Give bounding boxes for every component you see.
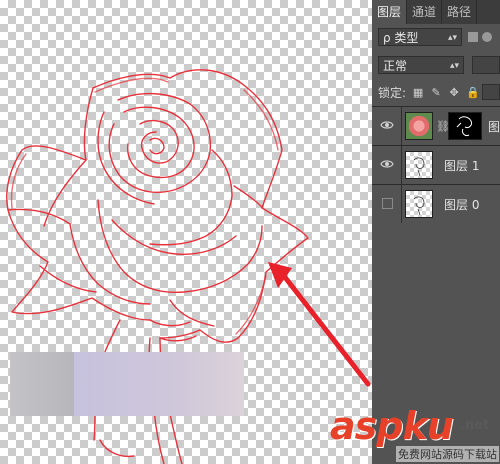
lock-move-icon[interactable]: ✥ (448, 86, 460, 99)
visibility-toggle-empty[interactable] (382, 198, 393, 209)
lock-brush-icon[interactable]: ✎ (430, 86, 442, 99)
blend-mode-select[interactable]: 正常 ▴▾ (378, 56, 464, 74)
opacity-field[interactable] (472, 56, 500, 74)
layer-name-cut: 图 (488, 120, 500, 134)
layer-row-1[interactable]: 图层 1 (372, 146, 500, 185)
blend-mode-value: 正常 (383, 59, 408, 73)
watermark-logo: aspku (330, 404, 454, 448)
layer-thumbnail (405, 112, 433, 140)
layer-mask-thumbnail[interactable] (448, 112, 482, 140)
updown-arrow-icon: ▴▾ (447, 33, 457, 43)
layer-row-0[interactable]: 图层 0 (372, 185, 500, 224)
layer-separator (401, 185, 402, 223)
redacted-area-right (74, 352, 244, 416)
filter-pixel-icon[interactable] (468, 32, 478, 42)
fill-field[interactable] (482, 84, 500, 100)
layer-row-photo[interactable]: ⛓ 图 (372, 107, 500, 146)
document-canvas[interactable] (0, 0, 372, 464)
lock-all-icon[interactable]: 🔒 (466, 86, 480, 99)
layers-panel: 图层 通道 路径 ρ 类型 ▴▾ 正常 ▴▾ 锁定: ▦ ✎ ✥ 🔒 ⛓ 图 图… (372, 0, 500, 464)
panel-tabs: 图层 通道 路径 (372, 0, 500, 24)
layers-list: ⛓ 图 图层 1 图层 0 (372, 106, 500, 224)
watermark-tld: .net (460, 418, 490, 433)
layer-filter-select[interactable]: ρ 类型 ▴▾ (378, 28, 462, 46)
filter-adjust-icon[interactable] (482, 32, 492, 42)
tab-paths[interactable]: 路径 (442, 0, 478, 24)
tab-layers[interactable]: 图层 (372, 0, 408, 24)
updown-arrow-icon: ▴▾ (449, 61, 459, 71)
eye-icon[interactable] (380, 119, 394, 131)
filter-label: ρ 类型 (383, 31, 419, 45)
layer-thumbnail (405, 190, 433, 218)
site-watermark: aspku .net 免费网站源码下载站 (326, 404, 500, 464)
tab-channels[interactable]: 通道 (407, 0, 443, 24)
redacted-area-left (10, 352, 74, 416)
layers-empty-area (372, 223, 500, 404)
watermark-subtitle: 免费网站源码下载站 (396, 446, 499, 462)
filter-type-icons (468, 28, 500, 46)
layer-name[interactable]: 图层 0 (444, 196, 479, 213)
lock-pixels-icon[interactable]: ▦ (412, 86, 424, 99)
layer-name[interactable]: 图层 1 (444, 157, 479, 174)
eye-icon[interactable] (380, 158, 394, 170)
layer-separator (401, 107, 402, 145)
layer-thumbnail (405, 151, 433, 179)
lock-label: 锁定: (378, 85, 407, 100)
layer-separator (401, 146, 402, 184)
